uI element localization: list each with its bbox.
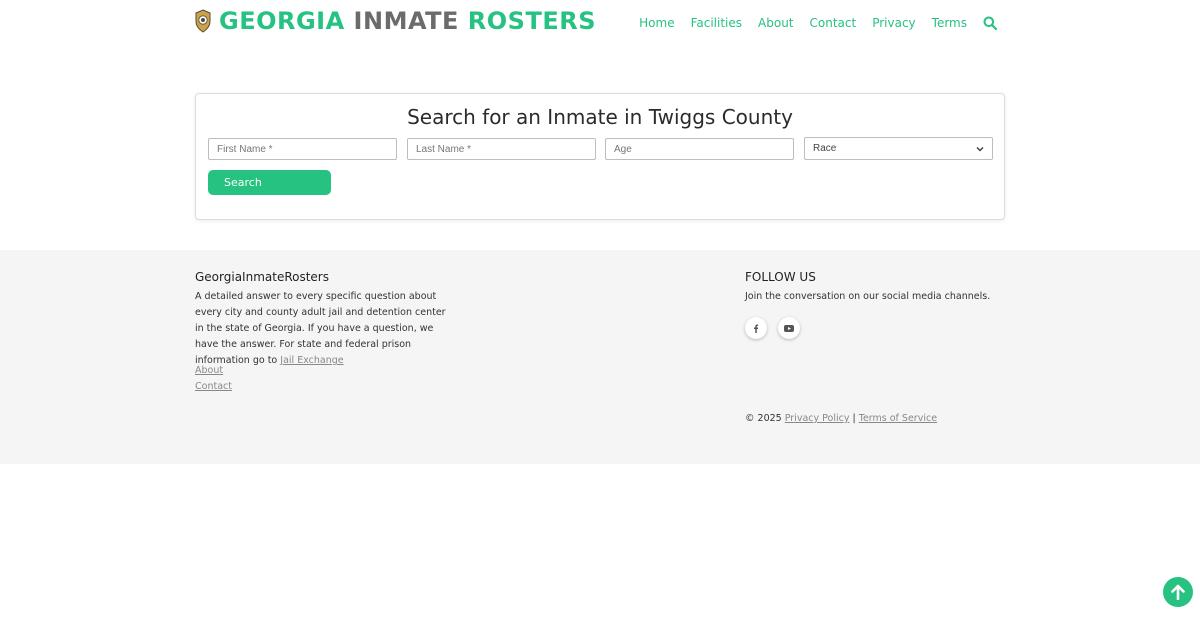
footer-separator: | [852, 413, 856, 424]
site-footer: GeorgiaInmateRosters A detailed answer t… [0, 250, 1200, 464]
follow-us-description: Join the conversation on our social medi… [745, 291, 991, 302]
inmate-search-card: Search for an Inmate in Twiggs County Ra… [195, 93, 1005, 220]
footer-about-link[interactable]: About [195, 365, 223, 376]
youtube-button[interactable] [778, 317, 800, 339]
main-nav: Home Facilities About Contact Privacy Te… [623, 16, 997, 30]
nav-terms[interactable]: Terms [932, 16, 967, 30]
youtube-icon [784, 324, 794, 332]
search-title: Search for an Inmate in Twiggs County [407, 105, 793, 129]
facebook-icon [754, 324, 759, 333]
brand-word-inmate: INMATE [353, 7, 459, 35]
footer-contact-link[interactable]: Contact [195, 381, 232, 392]
nav-about[interactable]: About [758, 16, 793, 30]
follow-us-heading: FOLLOW US [745, 270, 816, 284]
jail-exchange-link[interactable]: Jail Exchange [280, 355, 343, 366]
brand-logo-link[interactable]: GEORGIA INMATE ROSTERS [194, 6, 596, 36]
facebook-button[interactable] [745, 317, 767, 339]
search-button[interactable]: Search [208, 170, 331, 195]
search-icon[interactable] [983, 16, 997, 30]
brand-name: GEORGIA INMATE ROSTERS [219, 7, 596, 35]
chevron-down-icon [976, 146, 984, 151]
sheriff-badge-icon [195, 9, 211, 33]
brand-word-georgia: GEORGIA [219, 7, 345, 35]
race-select-value: Race [813, 143, 837, 154]
first-name-input[interactable] [208, 138, 397, 160]
privacy-policy-link[interactable]: Privacy Policy [785, 413, 850, 424]
footer-description: A detailed answer to every specific ques… [195, 289, 457, 369]
last-name-input[interactable] [407, 138, 596, 160]
footer-site-name: GeorgiaInmateRosters [195, 270, 329, 284]
brand-word-rosters: ROSTERS [467, 7, 596, 35]
age-input[interactable] [605, 138, 794, 160]
nav-facilities[interactable]: Facilities [691, 16, 742, 30]
copyright-text: © 2025 [745, 413, 782, 424]
race-select[interactable]: Race [804, 137, 993, 160]
arrow-up-icon [1171, 584, 1185, 600]
nav-privacy[interactable]: Privacy [872, 16, 915, 30]
copyright-line: © 2025 Privacy Policy | Terms of Service [745, 413, 937, 424]
site-header: GEORGIA INMATE ROSTERS Home Facilities A… [0, 0, 1200, 50]
terms-of-service-link[interactable]: Terms of Service [859, 413, 937, 424]
back-to-top-button[interactable] [1163, 577, 1193, 607]
nav-contact[interactable]: Contact [810, 16, 857, 30]
nav-home[interactable]: Home [639, 16, 674, 30]
